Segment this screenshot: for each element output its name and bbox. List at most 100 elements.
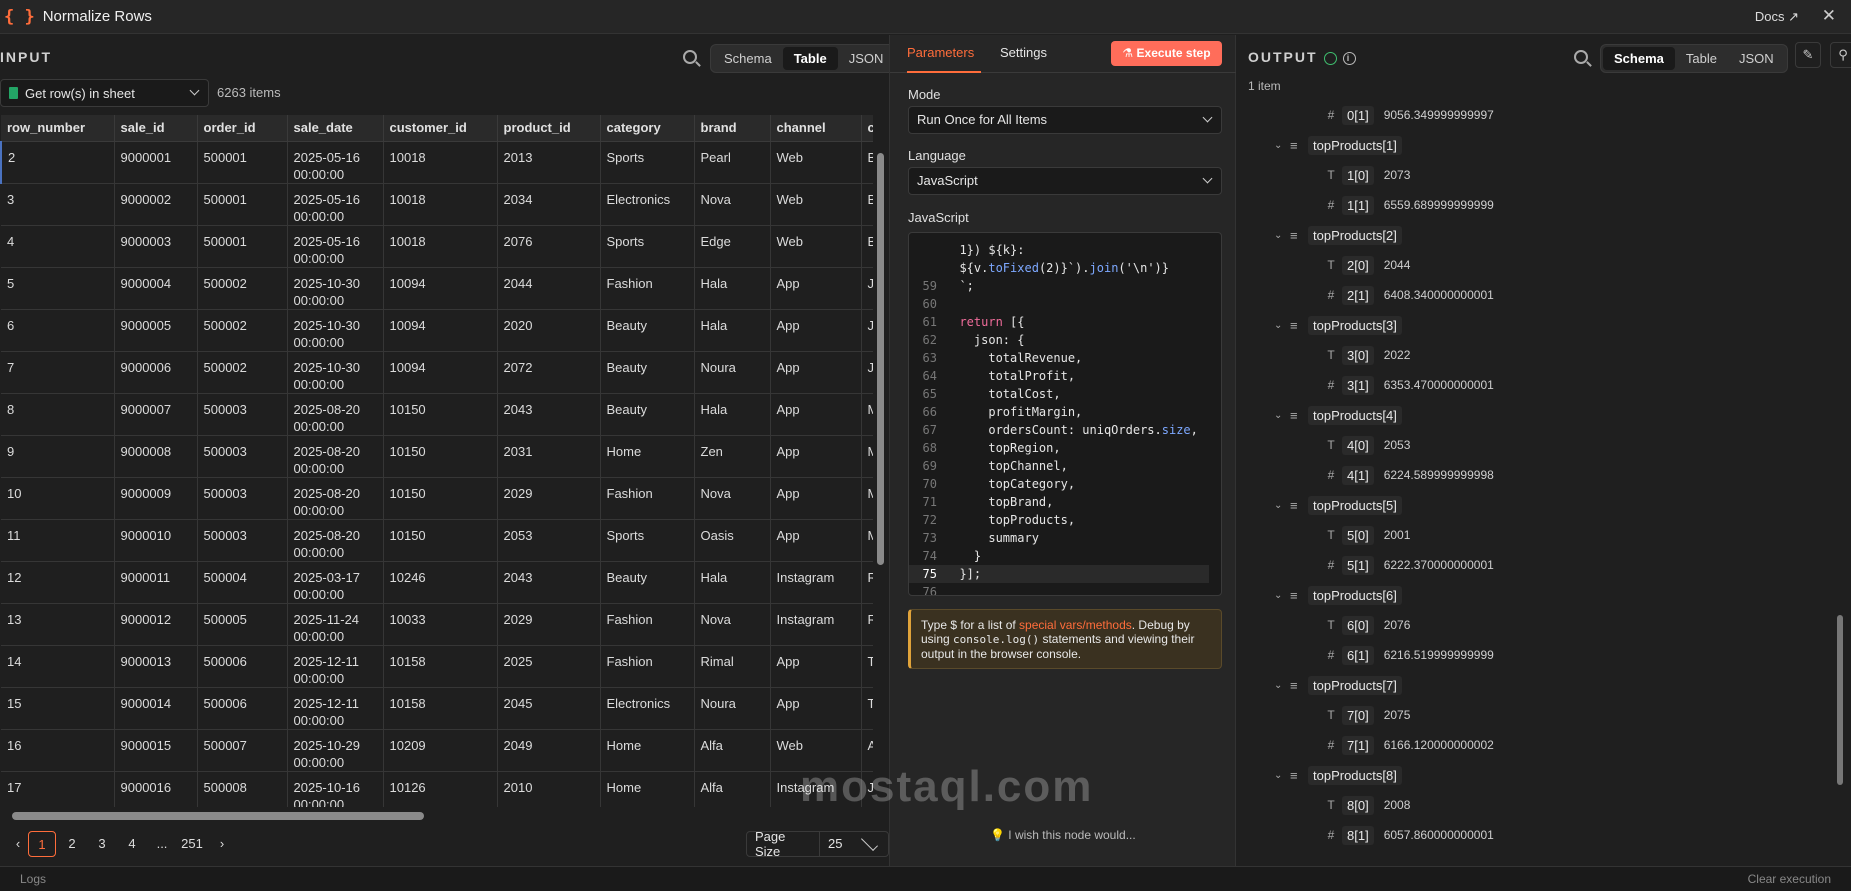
table-cell: 10150 bbox=[383, 519, 498, 562]
page-size-select[interactable]: 25 bbox=[819, 832, 888, 856]
tab-json[interactable]: JSON bbox=[1728, 47, 1785, 70]
tree-node-field[interactable]: #1[1] 6559.689999999999 bbox=[1320, 193, 1494, 217]
tree-node-field[interactable]: #3[1] 6353.470000000001 bbox=[1320, 373, 1494, 397]
pin-data-icon[interactable]: ⚲ bbox=[1830, 42, 1851, 68]
table-cell: 5 bbox=[1, 267, 115, 310]
logs-toggle[interactable]: Logs bbox=[20, 872, 46, 886]
tree-node-field[interactable]: T 6[0] 2076 bbox=[1320, 613, 1410, 637]
column-header[interactable]: product_id bbox=[497, 115, 601, 142]
page-button[interactable]: 4 bbox=[118, 831, 146, 857]
chevron-down-icon[interactable]: ⌄ bbox=[1274, 770, 1290, 781]
table-row[interactable]: 9 9000008 500003 2025-08-20 00:00:00 10150 203… bbox=[1, 435, 873, 478]
execute-step-button[interactable]: ⚗ Execute step bbox=[1111, 41, 1222, 66]
tree-node-array[interactable]: ⌄ ≡ topProducts[3] bbox=[1274, 313, 1412, 337]
chevron-down-icon[interactable]: ⌄ bbox=[1274, 230, 1290, 241]
page-button[interactable]: 2 bbox=[58, 831, 86, 857]
column-header[interactable]: order_id bbox=[197, 115, 288, 142]
table-row[interactable]: 5 9000004 500002 2025-10-30 00:00:00 10094 204… bbox=[1, 267, 873, 310]
tree-node-field[interactable]: #7[1] 6166.120000000002 bbox=[1320, 733, 1494, 757]
tree-node-array[interactable]: ⌄ ≡ topProducts[7] bbox=[1274, 673, 1412, 697]
column-header[interactable]: customer_id bbox=[383, 115, 498, 142]
page-button[interactable]: ... bbox=[148, 831, 176, 857]
table-row[interactable]: 7 9000006 500002 2025-10-30 00:00:00 10094 207… bbox=[1, 351, 873, 394]
node-title[interactable]: Normalize Rows bbox=[43, 8, 152, 25]
tree-node-array[interactable]: ⌄ ≡ topProducts[4] bbox=[1274, 403, 1412, 427]
feedback-link[interactable]: 💡 I wish this node would... bbox=[990, 828, 1136, 842]
vertical-scrollbar[interactable] bbox=[877, 153, 884, 565]
tab-table[interactable]: Table bbox=[1675, 47, 1728, 70]
column-header[interactable]: channel bbox=[770, 115, 862, 142]
tab-schema[interactable]: Schema bbox=[713, 47, 783, 70]
tab-schema[interactable]: Schema bbox=[1603, 47, 1675, 70]
tree-node-array[interactable]: ⌄ ≡ topProducts[1] bbox=[1274, 133, 1412, 157]
table-row[interactable]: 12 9000011 500004 2025-03-17 00:00:00 10246 20… bbox=[1, 561, 873, 604]
chevron-down-icon[interactable]: ⌄ bbox=[1274, 500, 1290, 511]
tree-node-array[interactable]: ⌄ ≡ topProducts[6] bbox=[1274, 583, 1412, 607]
tree-node-array[interactable]: ⌄ ≡ topProducts[5] bbox=[1274, 493, 1412, 517]
tree-node-field[interactable]: #8[1] 6057.860000000001 bbox=[1320, 823, 1494, 847]
table-row[interactable]: 10 9000009 500003 2025-08-20 00:00:00 10150 20… bbox=[1, 477, 873, 520]
table-row[interactable]: 14 9000013 500006 2025-12-11 00:00:00 10158 20… bbox=[1, 645, 873, 688]
chevron-down-icon[interactable]: ⌄ bbox=[1274, 680, 1290, 691]
page-button[interactable]: 3 bbox=[88, 831, 116, 857]
tab-table[interactable]: Table bbox=[782, 47, 838, 70]
table-row[interactable]: 8 9000007 500003 2025-08-20 00:00:00 10150 204… bbox=[1, 393, 873, 436]
column-header[interactable]: ci bbox=[861, 115, 873, 142]
tree-node-field[interactable]: #0[1] 9056.349999999997 bbox=[1320, 103, 1494, 127]
node-select[interactable]: Get row(s) in sheet bbox=[0, 79, 209, 107]
table-row[interactable]: 15 9000014 500006 2025-12-11 00:00:00 10158 20… bbox=[1, 687, 873, 730]
tab-settings[interactable]: Settings bbox=[1000, 45, 1047, 60]
tree-node-field[interactable]: T 7[0] 2075 bbox=[1320, 703, 1410, 727]
table-row[interactable]: 6 9000005 500002 2025-10-30 00:00:00 10094 202… bbox=[1, 309, 873, 352]
table-row[interactable]: 3 9000002 500001 2025-05-16 00:00:00 10018 203… bbox=[1, 183, 873, 226]
tree-node-field[interactable]: #2[1] 6408.340000000001 bbox=[1320, 283, 1494, 307]
table-row[interactable]: 13 9000012 500005 2025-11-24 00:00:00 10033 20… bbox=[1, 603, 873, 646]
chevron-down-icon[interactable]: ⌄ bbox=[1274, 590, 1290, 601]
next-page-icon[interactable]: › bbox=[208, 831, 236, 857]
tree-node-field[interactable]: #4[1] 6224.589999999998 bbox=[1320, 463, 1494, 487]
tree-node-field[interactable]: T 3[0] 2022 bbox=[1320, 343, 1410, 367]
chevron-down-icon[interactable]: ⌄ bbox=[1274, 320, 1290, 331]
table-row[interactable]: 4 9000003 500001 2025-05-16 00:00:00 10018 207… bbox=[1, 225, 873, 268]
table-cell: 16 bbox=[1, 729, 115, 772]
tab-parameters[interactable]: Parameters bbox=[907, 45, 974, 60]
special-vars-link[interactable]: special vars/methods bbox=[1019, 618, 1132, 632]
column-header[interactable]: sale_date bbox=[287, 115, 384, 142]
tree-node-field[interactable]: T 8[0] 2008 bbox=[1320, 793, 1410, 817]
tree-node-field[interactable]: T 4[0] 2053 bbox=[1320, 433, 1410, 457]
search-icon[interactable] bbox=[1574, 50, 1588, 64]
info-icon[interactable]: i bbox=[1342, 51, 1356, 65]
output-scrollbar[interactable] bbox=[1837, 615, 1843, 785]
table-row[interactable]: 2 9000001 500001 2025-05-16 00:00:00 10018 201… bbox=[0, 141, 873, 184]
tree-node-array[interactable]: ⌄ ≡ topProducts[2] bbox=[1274, 223, 1412, 247]
tree-node-field[interactable]: T 5[0] 2001 bbox=[1320, 523, 1410, 547]
column-header[interactable]: category bbox=[600, 115, 695, 142]
column-header[interactable]: row_number bbox=[1, 115, 115, 142]
page-button[interactable]: 1 bbox=[28, 831, 56, 857]
mode-select[interactable]: Run Once for All Items bbox=[908, 106, 1222, 134]
horizontal-scrollbar[interactable] bbox=[12, 812, 424, 820]
chevron-down-icon[interactable]: ⌄ bbox=[1274, 140, 1290, 151]
clear-execution-button[interactable]: Clear execution bbox=[1748, 872, 1831, 886]
tree-node-field[interactable]: T 2[0] 2044 bbox=[1320, 253, 1410, 277]
code-editor[interactable]: 1}) ${k}: ${v.toFixed(2)}`).join('\n')} 5… bbox=[908, 232, 1222, 596]
page-button[interactable]: 251 bbox=[174, 831, 210, 857]
column-header[interactable]: brand bbox=[694, 115, 771, 142]
close-icon[interactable]: ✕ bbox=[1822, 6, 1836, 26]
tab-json[interactable]: JSON bbox=[838, 47, 895, 70]
table-row[interactable]: 11 9000010 500003 2025-08-20 00:00:00 10150 20… bbox=[1, 519, 873, 562]
table-row[interactable]: 16 9000015 500007 2025-10-29 00:00:00 10209 20… bbox=[1, 729, 873, 772]
chevron-down-icon[interactable]: ⌄ bbox=[1274, 410, 1290, 421]
docs-link[interactable]: Docs ↗ bbox=[1755, 9, 1799, 25]
column-header[interactable]: sale_id bbox=[114, 115, 198, 142]
language-select[interactable]: JavaScript bbox=[908, 167, 1222, 195]
search-icon[interactable] bbox=[683, 50, 697, 64]
tree-node-field[interactable]: #5[1] 6222.370000000001 bbox=[1320, 553, 1494, 577]
edit-output-icon[interactable]: ✎ bbox=[1795, 42, 1821, 68]
tree-node-field[interactable]: #6[1] 6216.519999999999 bbox=[1320, 643, 1494, 667]
tree-node-array[interactable]: ⌄ ≡ topProducts[8] bbox=[1274, 763, 1412, 787]
table-row[interactable]: 17 9000016 500008 2025-10-16 00:00:00 10126 20… bbox=[1, 771, 873, 807]
table-cell: 500001 bbox=[197, 183, 288, 226]
code-text: `; bbox=[945, 279, 974, 293]
tree-node-field[interactable]: T 1[0] 2073 bbox=[1320, 163, 1410, 187]
